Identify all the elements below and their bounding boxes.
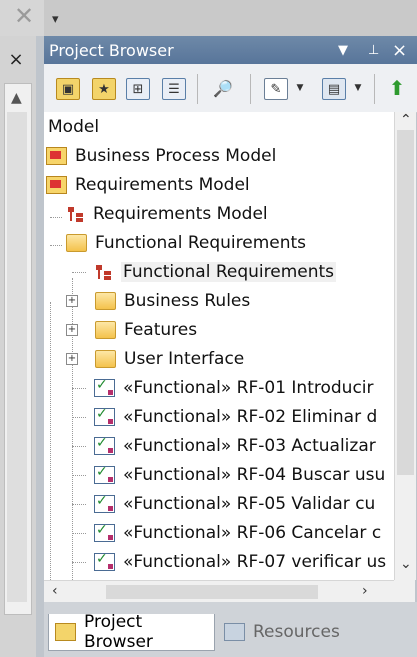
tree-item-requirement[interactable]: «Functional» RF-07 verificar us — [94, 547, 386, 576]
tree-item-label: Features — [124, 319, 198, 340]
scroll-down-icon[interactable]: ⌄ — [400, 556, 412, 572]
new-package-icon[interactable]: ★ — [92, 78, 116, 100]
horizontal-scrollbar[interactable]: ‹ › — [44, 580, 394, 603]
tree-item-requirement[interactable]: «Functional» RF-05 Validar cu — [94, 489, 375, 518]
tree-item-label: «Functional» RF-01 Introducir — [123, 377, 374, 398]
tree-item-user-interface[interactable]: + User Interface — [66, 344, 244, 373]
scroll-thumb[interactable] — [397, 130, 414, 475]
tree-item-requirement[interactable]: «Functional» RF-04 Buscar usu — [94, 460, 385, 489]
tree-item-requirement[interactable]: «Functional» RF-06 Cancelar c — [94, 518, 381, 547]
tree-item-label: «Functional» RF-06 Cancelar c — [123, 522, 382, 543]
requirement-icon — [94, 435, 115, 455]
diagram-icon — [66, 206, 85, 222]
new-element-icon[interactable]: ☰ — [162, 78, 186, 100]
tab-project-browser[interactable]: Project Browser — [48, 612, 215, 652]
resources-icon — [224, 623, 245, 641]
project-tree: Model Business Process Model Requirement… — [44, 112, 394, 580]
tab-resources[interactable]: Resources — [220, 614, 350, 650]
requirement-icon — [94, 464, 115, 484]
toolbar-separator — [250, 74, 251, 104]
tree-item-requirements-model[interactable]: Requirements Model — [46, 170, 250, 199]
tree-item-label: «Functional» RF-04 Buscar usu — [123, 464, 386, 485]
folder-icon — [66, 233, 87, 252]
tree-item-label: Requirements Model — [75, 174, 250, 195]
find-icon[interactable]: 🔎 — [212, 78, 234, 98]
expand-icon[interactable]: + — [66, 352, 78, 365]
project-browser-icon — [55, 623, 76, 641]
toolbar-separator — [197, 74, 198, 104]
scroll-thumb[interactable] — [7, 112, 27, 602]
package-icon — [46, 146, 67, 165]
tree-item-label: Functional Requirements — [95, 232, 307, 253]
expand-icon[interactable]: + — [66, 294, 78, 307]
close-icon[interactable]: ✕ — [14, 2, 34, 30]
folder-icon — [95, 291, 116, 310]
dropdown-icon[interactable]: ▼ — [338, 43, 348, 58]
dropdown-icon[interactable]: ▼ — [294, 78, 306, 98]
tree-item-functional-requirements-folder[interactable]: Functional Requirements — [66, 228, 306, 257]
scroll-up-icon[interactable]: ⌃ — [400, 112, 412, 128]
tab-label: Resources — [253, 622, 340, 642]
tree-item-requirement[interactable]: «Functional» RF-01 Introducir — [94, 373, 374, 402]
copy-icon[interactable]: ▤ — [322, 78, 346, 100]
package-icon — [46, 175, 67, 194]
tree-item-functional-requirements-diagram[interactable]: Functional Requirements — [94, 257, 337, 286]
diagram-icon — [94, 264, 113, 280]
move-up-icon[interactable]: ⬆ — [386, 76, 408, 100]
toolbar-separator — [374, 74, 375, 104]
tree-item-model[interactable]: Model — [48, 112, 99, 141]
new-diagram-icon[interactable]: ⊞ — [126, 78, 150, 100]
tree-item-label: Requirements Model — [93, 203, 268, 224]
tree-item-label: «Functional» RF-02 Eliminar d — [123, 406, 378, 427]
tree-item-label: User Interface — [124, 348, 245, 369]
requirement-icon — [94, 493, 115, 513]
folder-icon — [95, 320, 116, 339]
close-icon[interactable]: × — [392, 40, 407, 61]
left-panel-close-button[interactable]: × — [2, 48, 30, 70]
tree-item-business-rules[interactable]: + Business Rules — [66, 286, 250, 315]
scroll-left-icon[interactable]: ‹ — [52, 583, 58, 599]
tree-item-label: «Functional» RF-07 verificar us — [123, 551, 387, 572]
requirement-icon — [94, 522, 115, 542]
new-model-icon[interactable]: ▣ — [56, 78, 80, 100]
tree-item-requirements-model-diagram[interactable]: Requirements Model — [66, 199, 268, 228]
tree-item-label: Model — [48, 116, 100, 137]
requirement-icon — [94, 551, 115, 571]
tree-item-business-process-model[interactable]: Business Process Model — [46, 141, 276, 170]
tree-item-label: «Functional» RF-03 Actualizar — [123, 435, 376, 456]
tree-item-label: Business Process Model — [75, 145, 277, 166]
pin-icon[interactable]: ⊥ — [368, 43, 379, 58]
folder-icon — [95, 349, 116, 368]
window-title: Project Browser — [49, 40, 174, 60]
project-browser-titlebar: Project Browser — [44, 36, 417, 64]
left-panel-scrollbar[interactable]: ▲ — [4, 83, 32, 615]
expand-icon[interactable]: + — [66, 323, 78, 336]
tree-item-requirement[interactable]: «Functional» RF-02 Eliminar d — [94, 402, 377, 431]
scroll-up-icon[interactable]: ▲ — [11, 90, 22, 106]
tab-label: Project Browser — [84, 612, 153, 652]
tree-item-label: «Functional» RF-05 Validar cu — [123, 493, 376, 514]
scroll-right-icon[interactable]: › — [362, 583, 368, 599]
tree-item-label: Functional Requirements — [121, 261, 337, 282]
scroll-thumb[interactable] — [106, 585, 318, 599]
requirement-icon — [94, 406, 115, 426]
vertical-scrollbar[interactable]: ⌃ ⌄ — [394, 112, 416, 580]
tree-item-requirement[interactable]: «Functional» RF-03 Actualizar — [94, 431, 376, 460]
requirement-icon — [94, 377, 115, 397]
dropdown-icon[interactable]: ▼ — [352, 78, 364, 98]
tree-item-label: Business Rules — [124, 290, 251, 311]
edit-icon[interactable]: ✎ — [264, 78, 288, 100]
scroll-corner — [394, 580, 415, 602]
tree-item-features[interactable]: + Features — [66, 315, 197, 344]
pin-icon[interactable]: ▾ — [52, 12, 59, 27]
